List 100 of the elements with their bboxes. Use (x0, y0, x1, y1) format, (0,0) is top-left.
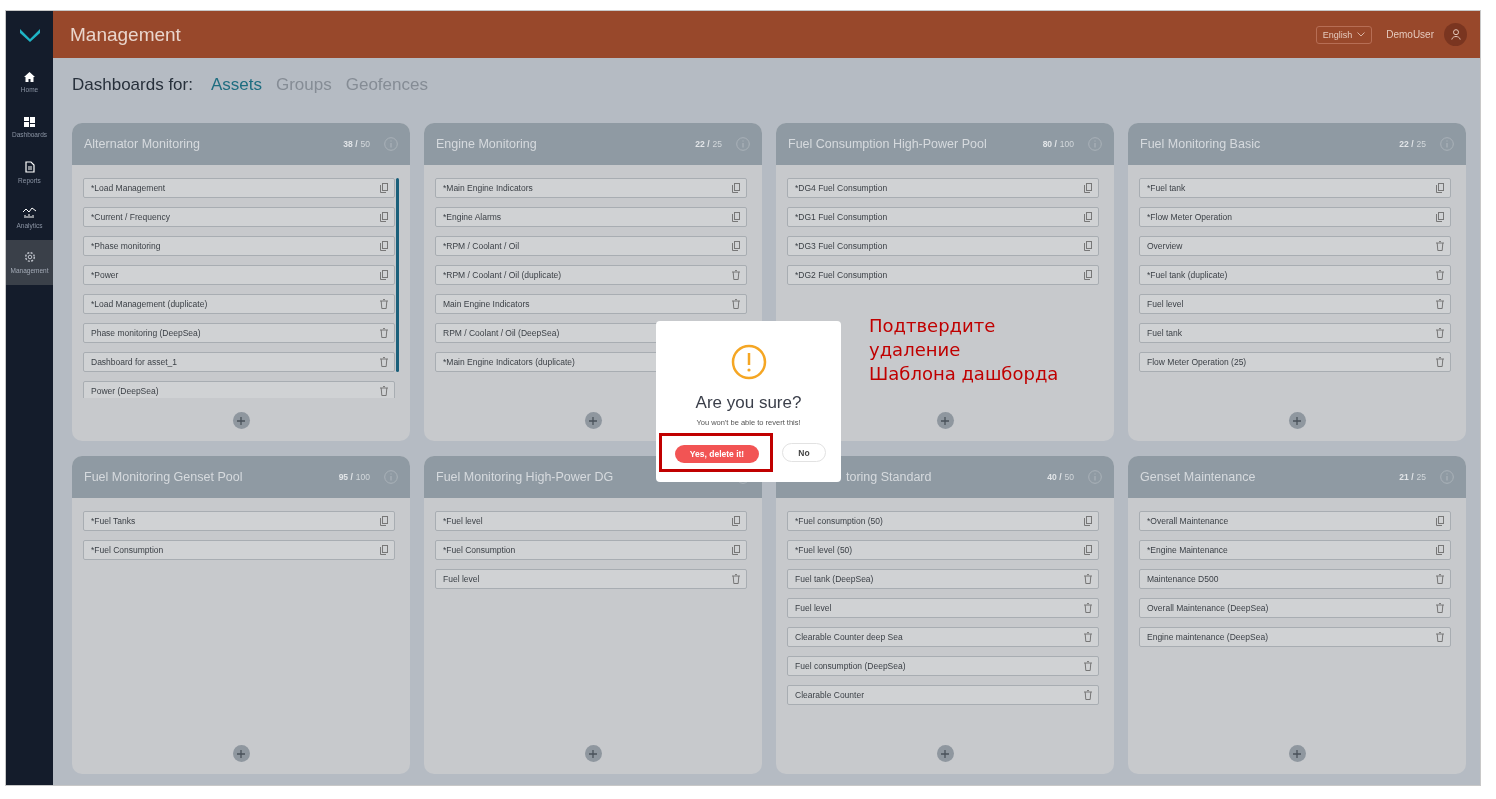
trash-icon[interactable] (380, 299, 388, 309)
plus-icon (941, 749, 949, 758)
trash-icon[interactable] (1084, 690, 1092, 700)
dashboard-item[interactable]: *Fuel level (435, 511, 747, 531)
dashboard-item[interactable]: *Fuel tank (duplicate) (1139, 265, 1451, 285)
dashboard-item[interactable]: Overall Maintenance (DeepSea) (1139, 598, 1451, 618)
dashboard-item[interactable]: Fuel tank (DeepSea) (787, 569, 1099, 589)
dashboard-item[interactable]: Flow Meter Operation (25) (1139, 352, 1451, 372)
dashboard-item[interactable]: *Load Management (83, 178, 395, 198)
dashboard-item[interactable]: *Fuel consumption (50) (787, 511, 1099, 531)
dashboard-item[interactable]: Fuel level (787, 598, 1099, 618)
dashboard-item[interactable]: *DG3 Fuel Consumption (787, 236, 1099, 256)
trash-icon[interactable] (1436, 328, 1444, 338)
copy-icon[interactable] (1084, 241, 1092, 251)
dashboard-item[interactable]: *Load Management (duplicate) (83, 294, 395, 314)
trash-icon[interactable] (380, 328, 388, 338)
trash-icon[interactable] (732, 574, 740, 584)
dashboard-item[interactable]: *Fuel Consumption (435, 540, 747, 560)
trash-icon[interactable] (1436, 241, 1444, 251)
dashboard-item[interactable]: *Fuel level (50) (787, 540, 1099, 560)
copy-icon[interactable] (1436, 545, 1444, 555)
copy-icon[interactable] (380, 212, 388, 222)
usage-count: 22 / (695, 139, 710, 149)
trash-icon[interactable] (1436, 299, 1444, 309)
trash-icon[interactable] (1084, 661, 1092, 671)
copy-icon[interactable] (732, 212, 740, 222)
language-select[interactable]: English (1315, 25, 1373, 44)
dashboard-item[interactable]: *Main Engine Indicators (435, 178, 747, 198)
dashboard-item[interactable]: Overview (1139, 236, 1451, 256)
dashboard-item[interactable]: Main Engine Indicators (435, 294, 747, 314)
dashboard-item[interactable]: *Engine Maintenance (1139, 540, 1451, 560)
add-button[interactable] (1288, 745, 1306, 762)
trash-icon[interactable] (1436, 603, 1444, 613)
copy-icon[interactable] (1436, 183, 1444, 193)
copy-icon[interactable] (732, 241, 740, 251)
dashboard-item[interactable]: Clearable Counter deep Sea (787, 627, 1099, 647)
copy-icon[interactable] (380, 270, 388, 280)
dashboard-item[interactable]: *Phase monitoring (83, 236, 395, 256)
copy-icon[interactable] (380, 516, 388, 526)
dashboard-item[interactable]: *Fuel Tanks (83, 511, 395, 531)
copy-icon[interactable] (1084, 545, 1092, 555)
dashboard-item[interactable]: Fuel level (1139, 294, 1451, 314)
dashboard-item[interactable]: *Overall Maintenance (1139, 511, 1451, 531)
dashboard-item[interactable]: Maintenance D500 (1139, 569, 1451, 589)
add-button[interactable] (584, 745, 602, 762)
usage-limit: 50 (360, 139, 370, 149)
trash-icon[interactable] (1436, 357, 1444, 367)
copy-icon[interactable] (1084, 183, 1092, 193)
scrollbar[interactable] (396, 178, 399, 372)
dashboard-item[interactable]: *RPM / Coolant / Oil (duplicate) (435, 265, 747, 285)
dashboard-item[interactable]: *Fuel Consumption (83, 540, 395, 560)
cancel-button[interactable]: No (782, 443, 826, 462)
dashboard-item[interactable]: *DG4 Fuel Consumption (787, 178, 1099, 198)
copy-icon[interactable] (732, 183, 740, 193)
copy-icon[interactable] (1084, 212, 1092, 222)
add-button[interactable] (936, 745, 954, 762)
avatar-button[interactable] (1444, 23, 1467, 46)
dashboard-item[interactable]: *Flow Meter Operation (1139, 207, 1451, 227)
copy-icon[interactable] (732, 516, 740, 526)
dashboard-item[interactable]: *DG1 Fuel Consumption (787, 207, 1099, 227)
plus-icon (237, 749, 245, 758)
trash-icon[interactable] (1436, 270, 1444, 280)
add-button[interactable] (584, 412, 602, 429)
trash-icon[interactable] (732, 270, 740, 280)
copy-icon[interactable] (732, 545, 740, 555)
dashboard-item[interactable]: *Power (83, 265, 395, 285)
trash-icon[interactable] (1436, 574, 1444, 584)
copy-icon[interactable] (380, 545, 388, 555)
trash-icon[interactable] (1084, 603, 1092, 613)
trash-icon[interactable] (380, 386, 388, 396)
dashboard-item[interactable]: *RPM / Coolant / Oil (435, 236, 747, 256)
add-button[interactable] (936, 412, 954, 429)
copy-icon[interactable] (380, 183, 388, 193)
dashboard-item[interactable]: Fuel level (435, 569, 747, 589)
dashboard-item[interactable]: Phase monitoring (DeepSea) (83, 323, 395, 343)
trash-icon[interactable] (1084, 632, 1092, 642)
dashboard-item[interactable]: Engine maintenance (DeepSea) (1139, 627, 1451, 647)
dashboard-item[interactable]: Clearable Counter (787, 685, 1099, 705)
dashboard-item[interactable]: *Fuel tank (1139, 178, 1451, 198)
dashboard-item[interactable]: Dashboard for asset_1 (83, 352, 395, 372)
trash-icon[interactable] (732, 299, 740, 309)
copy-icon[interactable] (380, 241, 388, 251)
copy-icon[interactable] (1084, 270, 1092, 280)
copy-icon[interactable] (1084, 516, 1092, 526)
copy-icon[interactable] (1436, 516, 1444, 526)
add-button[interactable] (232, 745, 250, 762)
add-button[interactable] (232, 412, 250, 429)
dashboard-item[interactable]: *Current / Frequency (83, 207, 395, 227)
usage-count: 22 / (1399, 139, 1414, 149)
dashboard-item[interactable]: Fuel consumption (DeepSea) (787, 656, 1099, 676)
trash-icon[interactable] (1436, 632, 1444, 642)
dashboard-item[interactable]: *Engine Alarms (435, 207, 747, 227)
dashboard-item[interactable]: Fuel tank (1139, 323, 1451, 343)
trash-icon[interactable] (380, 357, 388, 367)
card-title: Alternator Monitoring (84, 137, 202, 151)
copy-icon[interactable] (1436, 212, 1444, 222)
add-button[interactable] (1288, 412, 1306, 429)
trash-icon[interactable] (1084, 574, 1092, 584)
dashboard-item[interactable]: *DG2 Fuel Consumption (787, 265, 1099, 285)
dashboard-item[interactable]: Power (DeepSea) (83, 381, 395, 398)
